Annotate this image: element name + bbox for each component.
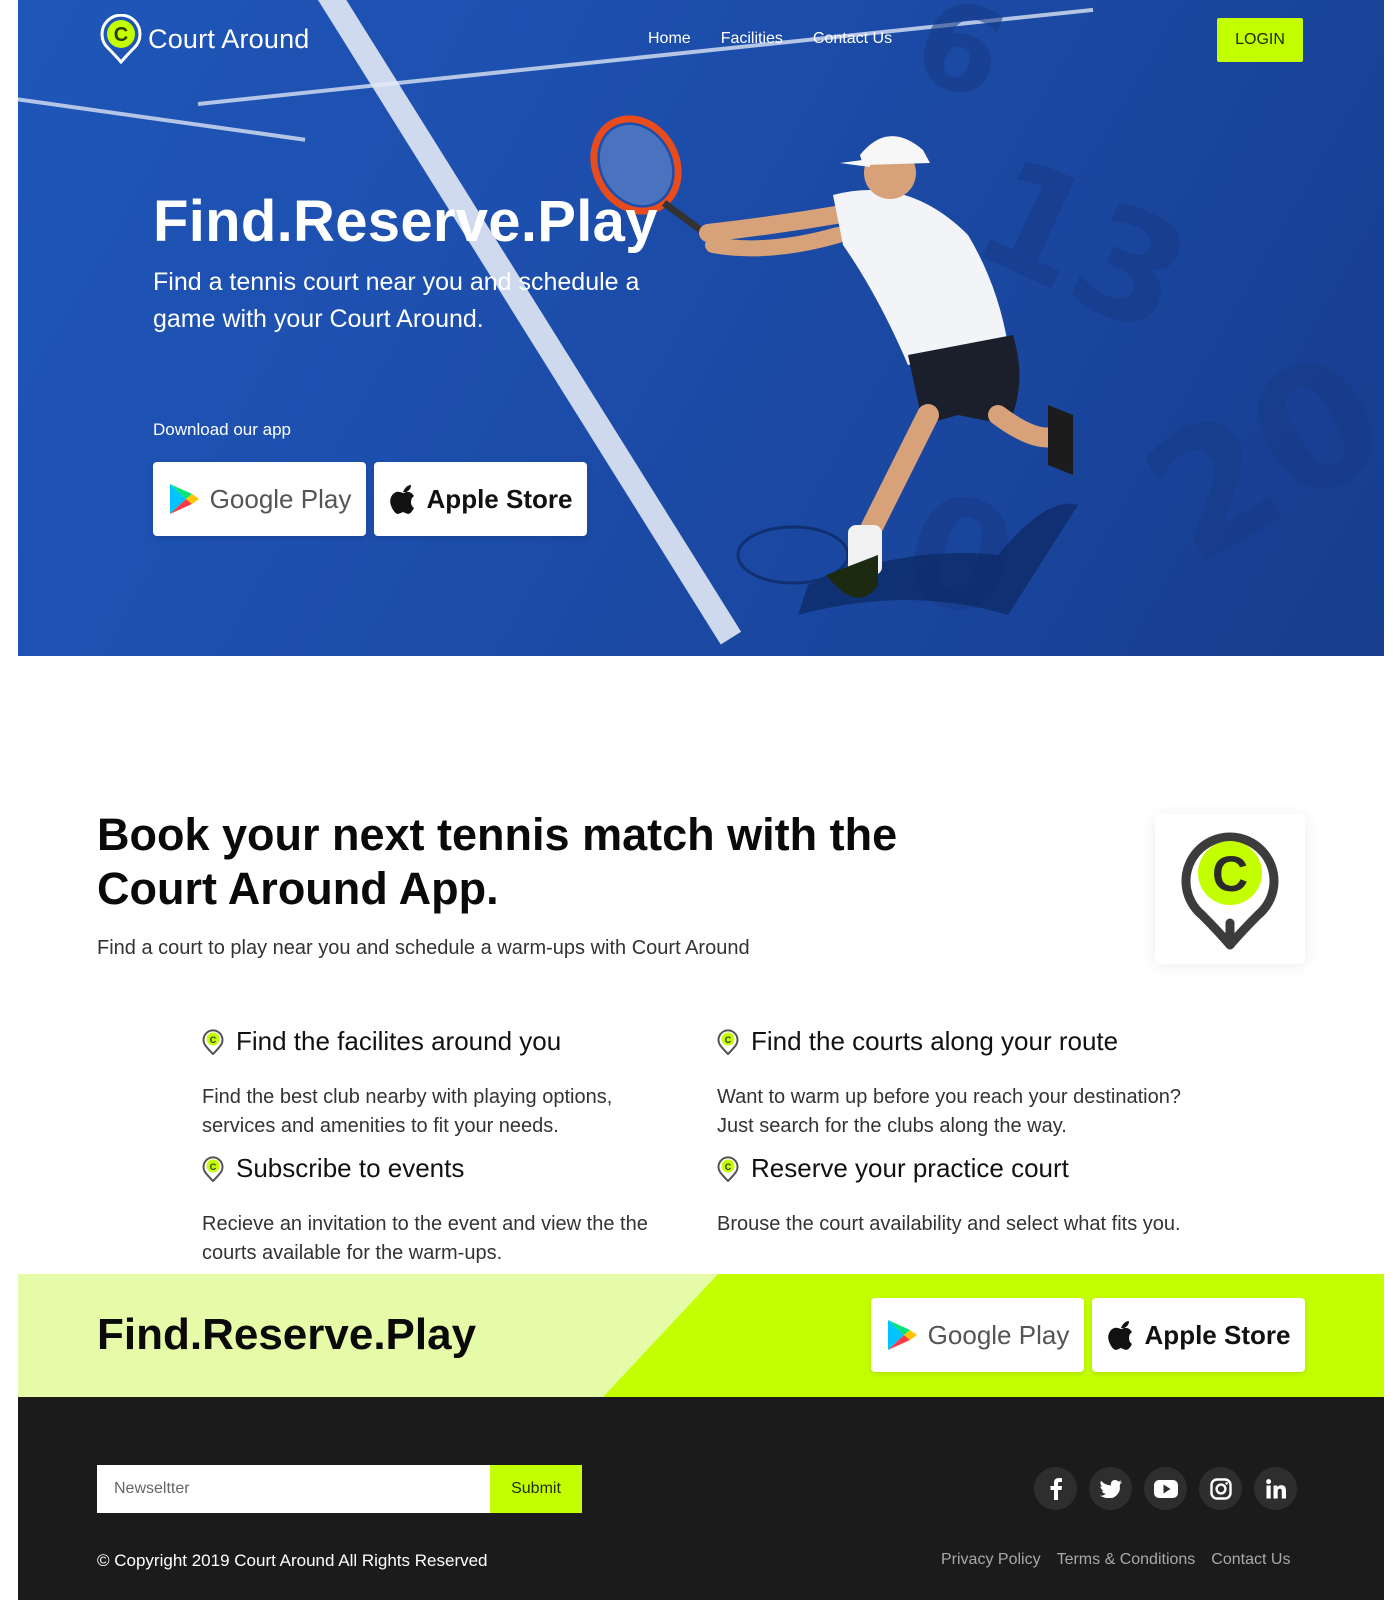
court-number: 6 (896, 0, 1023, 130)
apple-icon (389, 485, 414, 514)
newsletter-input[interactable] (97, 1465, 490, 1513)
footer: Submit © Copyright 2019 Court Around All… (18, 1397, 1384, 1600)
nav-facilities[interactable]: Facilities (721, 30, 783, 48)
footer-contact-us-link[interactable]: Contact Us (1211, 1551, 1290, 1569)
google-play-button[interactable]: Google Play (871, 1298, 1084, 1372)
linkedin-icon[interactable] (1254, 1467, 1297, 1510)
location-pin-icon: C (717, 1155, 739, 1182)
feature-title: Reserve your practice court (751, 1153, 1069, 1183)
nav-home[interactable]: Home (648, 30, 691, 48)
court-around-logo-icon: C (100, 14, 142, 64)
hero-title: Find.Reserve.Play (153, 189, 658, 254)
court-around-app-icon: C (1181, 832, 1279, 950)
court-line (18, 96, 306, 142)
social-links (1034, 1467, 1297, 1510)
apple-store-button[interactable]: Apple Store (374, 462, 587, 536)
instagram-icon[interactable] (1199, 1467, 1242, 1510)
login-button[interactable]: LOGIN (1217, 18, 1303, 62)
court-number: 20 (1114, 314, 1384, 604)
twitter-icon[interactable] (1089, 1467, 1132, 1510)
apple-store-button[interactable]: Apple Store (1092, 1298, 1305, 1372)
feature-events: C Subscribe to events Recieve an invitat… (202, 1153, 672, 1268)
feature-title: Find the courts along your route (751, 1026, 1119, 1056)
apple-icon (1107, 1321, 1132, 1350)
svg-text:C: C (1212, 846, 1248, 902)
download-label: Download our app (153, 420, 291, 439)
svg-text:C: C (114, 24, 128, 46)
apple-store-label: Apple Store (1144, 1319, 1291, 1350)
brand-name: Court Around (148, 23, 310, 54)
nav-contact-us[interactable]: Contact Us (813, 30, 892, 48)
google-play-button[interactable]: Google Play (153, 462, 366, 536)
hero-section: 6 13 20 0 C Court Aroun (18, 0, 1384, 656)
youtube-icon[interactable] (1144, 1467, 1187, 1510)
svg-text:C: C (725, 1035, 732, 1045)
cta-band: Find.Reserve.Play Google Play Apple Stor… (18, 1274, 1384, 1397)
band-title: Find.Reserve.Play (97, 1310, 477, 1359)
newsletter-submit-button[interactable]: Submit (490, 1465, 582, 1513)
location-pin-icon: C (202, 1028, 224, 1055)
intro-subtitle: Find a court to play near you and schedu… (97, 937, 750, 959)
footer-links: Privacy Policy Terms & Conditions Contac… (941, 1551, 1290, 1569)
google-play-icon (887, 1320, 917, 1350)
hero-subtitle: Find a tennis court near you and schedul… (153, 268, 640, 333)
privacy-policy-link[interactable]: Privacy Policy (941, 1551, 1041, 1569)
brand-logo[interactable]: C Court Around (100, 14, 310, 64)
intro-title: Book your next tennis match with the Cou… (97, 809, 898, 914)
main-nav: Home Facilities Contact Us (648, 30, 892, 48)
location-pin-icon: C (717, 1028, 739, 1055)
terms-conditions-link[interactable]: Terms & Conditions (1057, 1551, 1196, 1569)
copyright-text: © Copyright 2019 Court Around All Rights… (97, 1551, 488, 1570)
svg-text:C: C (210, 1162, 217, 1172)
location-pin-icon: C (202, 1155, 224, 1182)
svg-text:C: C (725, 1162, 732, 1172)
feature-text: Want to warm up before you reach your de… (717, 1086, 1181, 1137)
apple-store-label: Apple Store (426, 483, 573, 514)
google-play-icon (169, 484, 199, 514)
feature-title: Subscribe to events (236, 1153, 465, 1183)
feature-title: Find the facilites around you (236, 1026, 562, 1056)
app-icon: C (1155, 814, 1305, 964)
feature-route: C Find the courts along your route Want … (717, 1026, 1187, 1141)
feature-text: Recieve an invitation to the event and v… (202, 1213, 648, 1264)
facebook-icon[interactable] (1034, 1467, 1077, 1510)
feature-text: Brouse the court availability and select… (717, 1213, 1181, 1235)
feature-reserve: C Reserve your practice court Brouse the… (717, 1153, 1187, 1239)
feature-text: Find the best club nearby with playing o… (202, 1086, 613, 1137)
feature-facilities: C Find the facilites around you Find the… (202, 1026, 672, 1141)
google-play-label: Google Play (209, 483, 352, 514)
google-play-label: Google Play (927, 1319, 1070, 1350)
svg-text:C: C (210, 1035, 217, 1045)
